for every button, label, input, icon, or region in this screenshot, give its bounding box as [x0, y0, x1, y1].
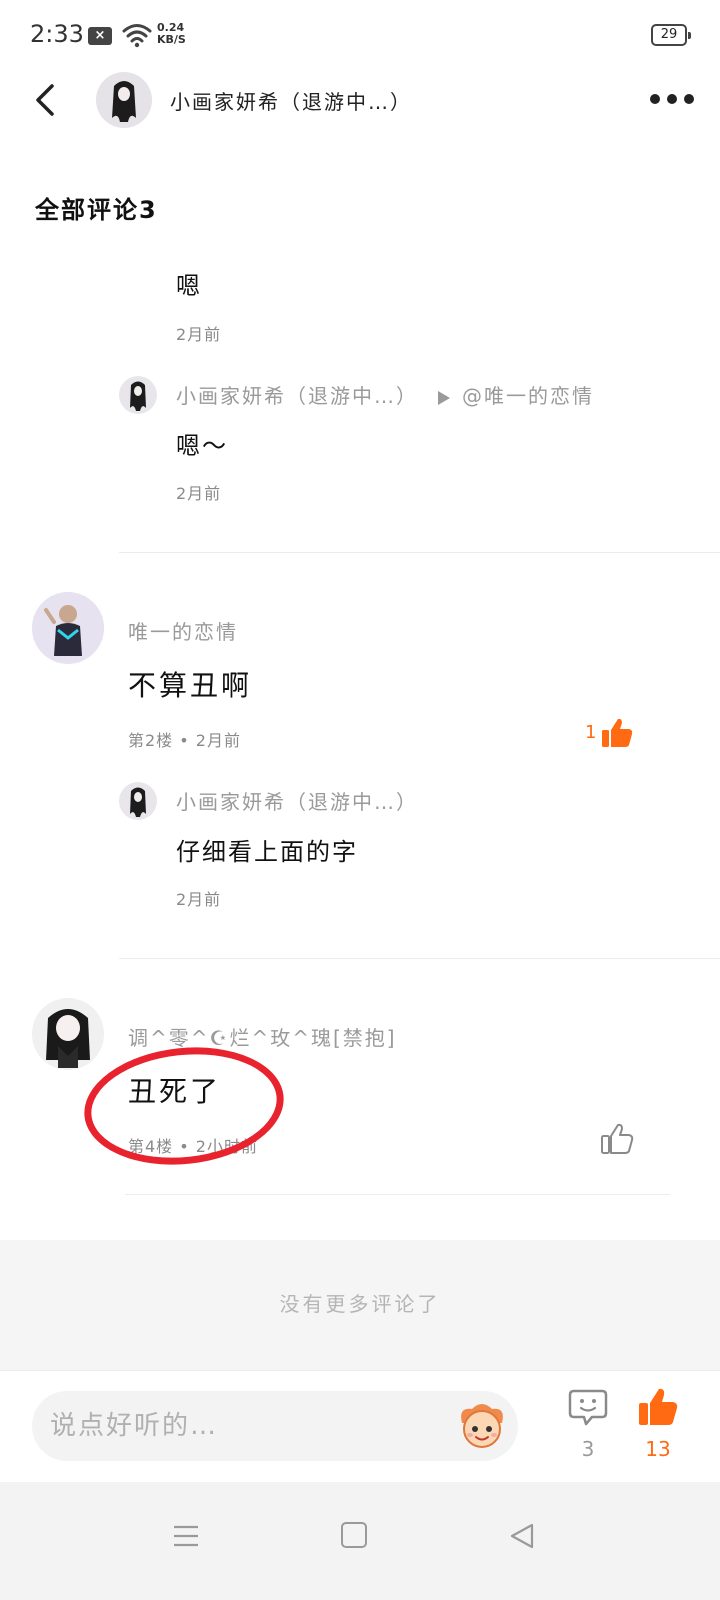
comments-button[interactable]: 3: [566, 1385, 610, 1465]
more-dot: [650, 94, 660, 104]
comment-meta: 第2楼 • 2月前: [128, 731, 241, 750]
like-count: 1: [585, 722, 597, 743]
divider: [119, 552, 720, 553]
avatar[interactable]: [119, 376, 157, 414]
reply-target[interactable]: @唯一的恋情: [462, 384, 594, 408]
reply-time: 2月前: [176, 890, 222, 909]
section-title: 全部评论3: [35, 196, 158, 224]
more-dot: [684, 94, 694, 104]
back-arrow-icon[interactable]: [28, 80, 68, 120]
battery-indicator: 29: [651, 24, 691, 46]
comment-text: 丑死了: [128, 1075, 222, 1108]
divider: [119, 958, 720, 959]
net-speed-unit: KB/S: [157, 33, 186, 46]
emoji-mascot-icon[interactable]: [456, 1401, 508, 1451]
menu-icon[interactable]: [173, 1524, 199, 1548]
thumb-up-icon: [639, 1388, 678, 1425]
reply-time: 2月前: [176, 484, 222, 503]
system-nav-bar: [0, 1482, 720, 1600]
status-bar: 2:33 × 0.24 KB/S 29: [0, 0, 720, 72]
reply-text: 嗯: [176, 272, 202, 300]
reply-author[interactable]: 小画家妍希（退游中…）: [176, 786, 418, 815]
wifi-icon: [122, 24, 152, 48]
notification-icon: ×: [88, 27, 112, 45]
avatar-figure-icon: [32, 998, 104, 1070]
header: 小画家妍希（退游中…）: [0, 72, 720, 128]
status-time: 2:33: [30, 20, 84, 48]
avatar-figure-icon: [119, 376, 157, 414]
more-options-icon[interactable]: [650, 92, 694, 106]
avatar-figure-icon: [119, 782, 157, 820]
bottom-bar: 3 13: [0, 1370, 720, 1482]
comment-meta: 第4楼 • 2小时前: [128, 1137, 258, 1156]
reply-text: 嗯～: [176, 432, 228, 460]
avatar-figure-icon: [96, 72, 152, 128]
like-count: 13: [645, 1437, 671, 1461]
thumb-up-icon[interactable]: [600, 716, 634, 750]
more-dot: [667, 94, 677, 104]
reply-text: 仔细看上面的字: [176, 838, 358, 866]
thumb-up-outline-icon[interactable]: [600, 1122, 634, 1156]
page-title: 小画家妍希（退游中…）: [170, 90, 412, 114]
like-button[interactable]: 13: [636, 1385, 680, 1465]
divider: [125, 1194, 670, 1195]
reply-author-line: 小画家妍希（退游中…） @唯一的恋情: [176, 380, 594, 409]
commenter-avatar[interactable]: [32, 592, 104, 664]
author-avatar[interactable]: [96, 72, 152, 128]
back-triangle-icon[interactable]: [508, 1522, 536, 1550]
comment-author[interactable]: 调^零^☪烂^玫^瑰[禁抱]: [128, 1022, 397, 1051]
reply-time: 2月前: [176, 325, 222, 344]
comment-author[interactable]: 唯一的恋情: [128, 616, 238, 645]
avatar-figure-icon: [32, 592, 104, 664]
reply-author[interactable]: 小画家妍希（退游中…）: [176, 384, 418, 408]
reply-arrow-icon: [438, 390, 450, 405]
net-speed: 0.24 KB/S: [157, 22, 186, 46]
no-more-section: 没有更多评论了: [0, 1240, 720, 1370]
comment-text: 不算丑啊: [128, 669, 253, 702]
avatar[interactable]: [119, 782, 157, 820]
home-icon[interactable]: [341, 1522, 367, 1548]
comment-bubble-icon: [568, 1389, 608, 1426]
comment-input[interactable]: [32, 1391, 518, 1461]
commenter-avatar[interactable]: [32, 998, 104, 1070]
comment-count: 3: [581, 1437, 595, 1461]
no-more-text: 没有更多评论了: [279, 1292, 441, 1316]
